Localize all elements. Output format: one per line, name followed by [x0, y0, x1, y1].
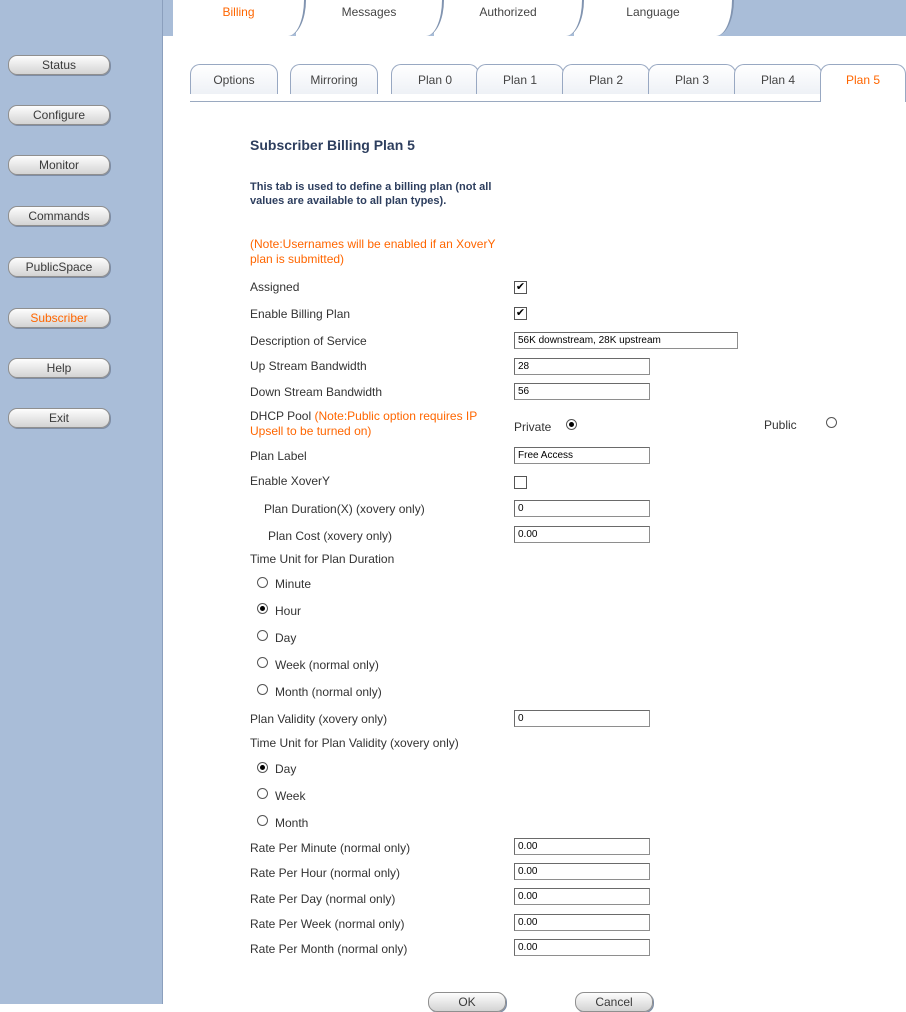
- page-title: Subscriber Billing Plan 5: [250, 137, 415, 153]
- rate-month-label: Rate Per Month (normal only): [250, 942, 408, 956]
- enable-billing-label: Enable Billing Plan: [250, 307, 351, 321]
- up-bandwidth-input[interactable]: 28: [514, 358, 650, 375]
- rate-minute-input[interactable]: 0.00: [514, 838, 650, 855]
- validity-week-radio[interactable]: [257, 788, 268, 799]
- plan-cost-label: Plan Cost (xovery only): [268, 529, 393, 543]
- username-note: (Note:Usernames will be enabled if an Xo…: [250, 237, 496, 266]
- plan-label-input[interactable]: Free Access: [514, 447, 650, 464]
- rate-day-label: Rate Per Day (normal only): [250, 892, 396, 906]
- public-radio[interactable]: [826, 417, 837, 428]
- duration-month-label: Month (normal only): [275, 685, 382, 699]
- tab-billing[interactable]: Billing: [173, 0, 306, 36]
- sidebar-item-exit[interactable]: Exit: [8, 408, 110, 428]
- plan-duration-label: Plan Duration(X) (xovery only): [264, 502, 425, 516]
- rate-hour-input[interactable]: 0.00: [514, 863, 650, 880]
- cancel-button[interactable]: Cancel: [575, 992, 653, 1012]
- sidebar-item-status[interactable]: Status: [8, 55, 110, 75]
- billing-plan-form: Subscriber Billing Plan 5 This tab is us…: [250, 0, 906, 1004]
- dhcp-pool-label: DHCP Pool (Note:Public option requires I…: [250, 409, 505, 439]
- validity-day-radio[interactable]: [257, 762, 268, 773]
- tab-authorized[interactable]: Authorized: [434, 0, 584, 36]
- assigned-checkbox[interactable]: ✔: [514, 281, 527, 294]
- rate-week-input[interactable]: 0.00: [514, 914, 650, 931]
- time-unit-validity-label: Time Unit for Plan Validity (xovery only…: [250, 736, 459, 750]
- validity-day-label: Day: [275, 762, 297, 776]
- private-label: Private: [514, 420, 552, 434]
- duration-week-label: Week (normal only): [275, 658, 379, 672]
- description-service-label: Description of Service: [250, 334, 367, 348]
- rate-day-input[interactable]: 0.00: [514, 888, 650, 905]
- assigned-label: Assigned: [250, 280, 300, 294]
- tab-messages[interactable]: Messages: [296, 0, 444, 36]
- sidebar-item-commands[interactable]: Commands: [8, 206, 110, 226]
- sidebar-item-subscriber[interactable]: Subscriber: [8, 308, 110, 328]
- time-unit-duration-label: Time Unit for Plan Duration: [250, 552, 395, 566]
- duration-day-label: Day: [275, 631, 297, 645]
- duration-day-radio[interactable]: [257, 630, 268, 641]
- rate-hour-label: Rate Per Hour (normal only): [250, 866, 401, 880]
- sidebar-item-configure[interactable]: Configure: [8, 105, 110, 125]
- dhcp-pool-text: DHCP Pool: [250, 409, 312, 423]
- enable-xovery-label: Enable XoverY: [250, 474, 331, 488]
- plan-label-label: Plan Label: [250, 449, 307, 463]
- tab-language[interactable]: Language: [574, 0, 734, 36]
- public-label: Public: [764, 418, 797, 432]
- plan-validity-label: Plan Validity (xovery only): [250, 712, 388, 726]
- page-description: This tab is used to define a billing pla…: [250, 181, 492, 207]
- private-radio[interactable]: [566, 419, 577, 430]
- validity-month-radio[interactable]: [257, 815, 268, 826]
- down-bandwidth-input[interactable]: 56: [514, 383, 650, 400]
- duration-hour-radio[interactable]: [257, 603, 268, 614]
- duration-month-radio[interactable]: [257, 684, 268, 695]
- duration-minute-label: Minute: [275, 577, 312, 591]
- ok-button[interactable]: OK: [428, 992, 506, 1012]
- rate-minute-label: Rate Per Minute (normal only): [250, 841, 411, 855]
- sidebar: Status Configure Monitor Commands Public…: [0, 0, 163, 1004]
- validity-week-label: Week: [275, 789, 306, 803]
- plan-cost-input[interactable]: 0.00: [514, 526, 650, 543]
- enable-billing-checkbox[interactable]: ✔: [514, 307, 527, 320]
- duration-minute-radio[interactable]: [257, 577, 268, 588]
- plan-duration-input[interactable]: 0: [514, 500, 650, 517]
- sidebar-item-monitor[interactable]: Monitor: [8, 155, 110, 175]
- sidebar-item-publicspace[interactable]: PublicSpace: [8, 257, 110, 277]
- plan-validity-input[interactable]: 0: [514, 710, 650, 727]
- duration-hour-label: Hour: [275, 604, 302, 618]
- down-bandwidth-label: Down Stream Bandwidth: [250, 385, 383, 399]
- enable-xovery-checkbox[interactable]: [514, 476, 527, 489]
- description-service-input[interactable]: 56K downstream, 28K upstream: [514, 332, 738, 349]
- up-bandwidth-label: Up Stream Bandwidth: [250, 359, 367, 373]
- rate-week-label: Rate Per Week (normal only): [250, 917, 405, 931]
- sidebar-item-help[interactable]: Help: [8, 358, 110, 378]
- duration-week-radio[interactable]: [257, 657, 268, 668]
- rate-month-input[interactable]: 0.00: [514, 939, 650, 956]
- validity-month-label: Month: [275, 816, 309, 830]
